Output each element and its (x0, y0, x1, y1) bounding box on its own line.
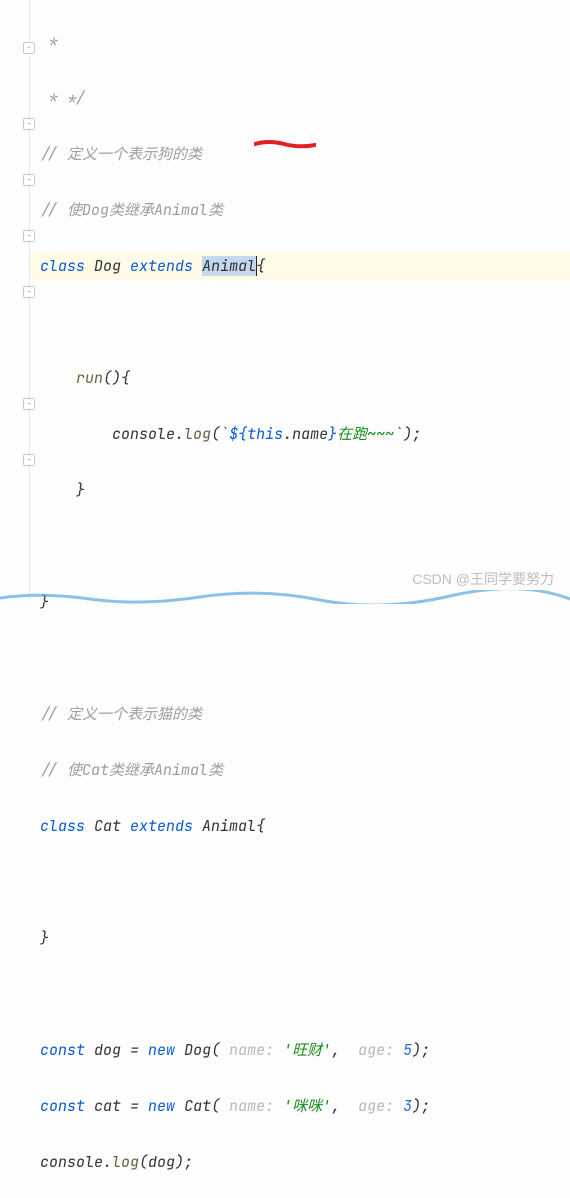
fold-marker[interactable]: − (23, 42, 35, 54)
class-name: Dog (85, 256, 130, 276)
inlay-hint: age: (349, 1096, 403, 1116)
method-call: log (184, 424, 211, 444)
blue-annotation (0, 585, 570, 599)
keyword-extends: extends (130, 816, 193, 836)
fold-marker[interactable]: − (23, 118, 35, 130)
keyword-class: class (40, 256, 85, 276)
method-name: run (76, 368, 103, 388)
fold-marker[interactable]: − (23, 286, 35, 298)
fold-marker[interactable]: − (23, 174, 35, 186)
keyword-class: class (40, 816, 85, 836)
comment: // 定义一个表示狗的类 (40, 144, 202, 164)
comment: * */ (40, 88, 85, 108)
comment: // 使Cat类继承Animal类 (40, 760, 223, 780)
fold-marker[interactable]: − (23, 230, 35, 242)
fold-marker[interactable]: − (23, 454, 35, 466)
comment: * (40, 32, 58, 52)
comment: // 使Dog类继承Animal类 (40, 200, 223, 220)
fold-marker[interactable]: − (23, 398, 35, 410)
gutter: − − − − − − − (0, 0, 30, 599)
keyword-const: const (40, 1040, 85, 1060)
keyword-const: const (40, 1096, 85, 1116)
keyword-new: new (148, 1096, 175, 1116)
inlay-hint: age: (349, 1040, 403, 1060)
keyword-new: new (148, 1040, 175, 1060)
inlay-hint: name: (220, 1096, 283, 1116)
identifier: console (112, 424, 175, 444)
comment: // 定义一个表示猫的类 (40, 704, 202, 724)
keyword-this: this (247, 424, 283, 444)
selection: Animal (202, 256, 256, 276)
class-name: Cat (85, 816, 130, 836)
current-line: class Dog extends Animal{ (30, 252, 570, 280)
red-annotation (254, 140, 314, 148)
keyword-extends: extends (130, 256, 193, 276)
inlay-hint: name: (220, 1040, 283, 1060)
